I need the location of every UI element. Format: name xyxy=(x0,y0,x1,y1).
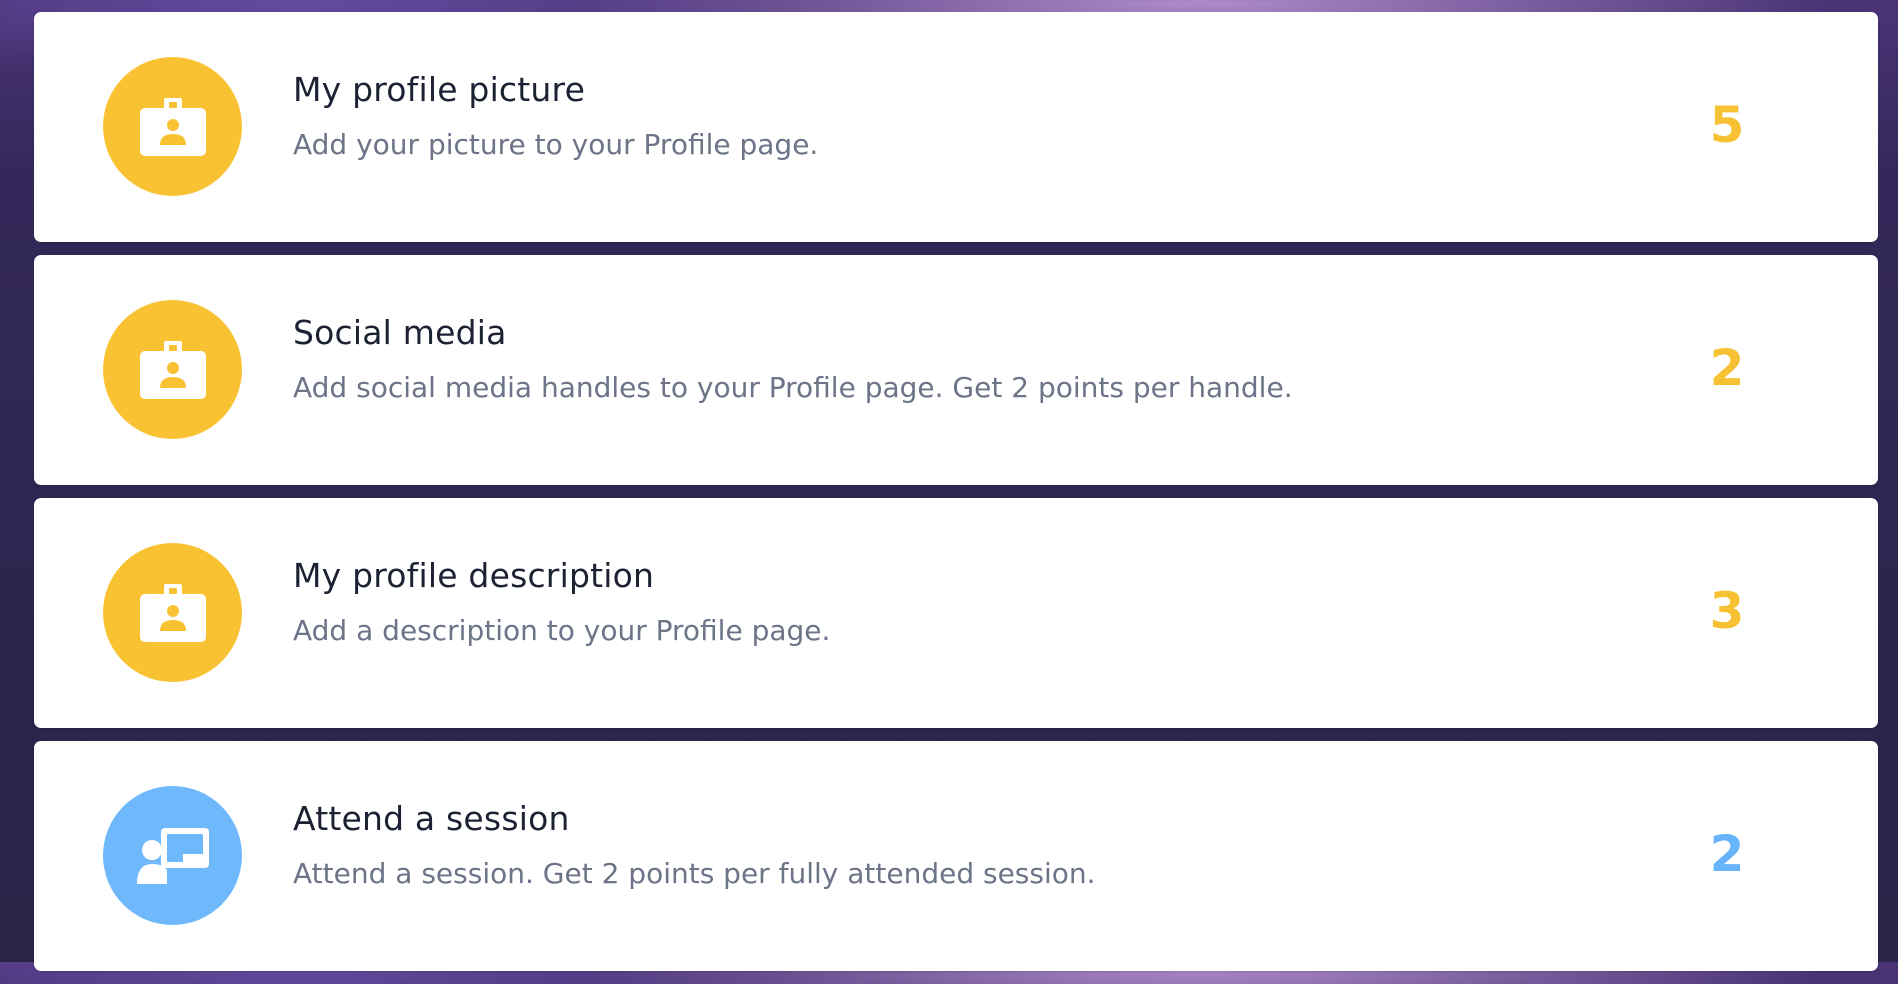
activity-list: My profile picture Add your picture to y… xyxy=(34,12,1878,984)
activity-description: Attend a session. Get 2 points per fully… xyxy=(293,857,1096,890)
id-badge-icon xyxy=(139,97,206,156)
activity-badge xyxy=(103,786,242,925)
activity-title: My profile picture xyxy=(293,70,586,109)
activity-badge xyxy=(103,300,242,439)
activity-description: Add your picture to your Profile page. xyxy=(293,128,819,161)
activity-badge xyxy=(103,57,242,196)
activity-points: 2 xyxy=(1709,825,1745,883)
activity-badge xyxy=(103,543,242,682)
activity-points: 5 xyxy=(1709,96,1745,154)
activity-points: 2 xyxy=(1709,339,1745,397)
activity-card-attend-session[interactable]: Attend a session Attend a session. Get 2… xyxy=(34,741,1878,971)
activity-card-profile-description[interactable]: My profile description Add a description… xyxy=(34,498,1878,728)
presenter-icon xyxy=(136,827,209,884)
activity-description: Add social media handles to your Profile… xyxy=(293,371,1293,404)
activity-card-profile-picture[interactable]: My profile picture Add your picture to y… xyxy=(34,12,1878,242)
activity-title: My profile description xyxy=(293,556,655,595)
activity-points: 3 xyxy=(1709,582,1745,640)
activity-title: Attend a session xyxy=(293,799,570,838)
activity-card-social-media[interactable]: Social media Add social media handles to… xyxy=(34,255,1878,485)
id-badge-icon xyxy=(139,340,206,399)
id-badge-icon xyxy=(139,583,206,642)
activity-title: Social media xyxy=(293,313,507,352)
activity-description: Add a description to your Profile page. xyxy=(293,614,831,647)
